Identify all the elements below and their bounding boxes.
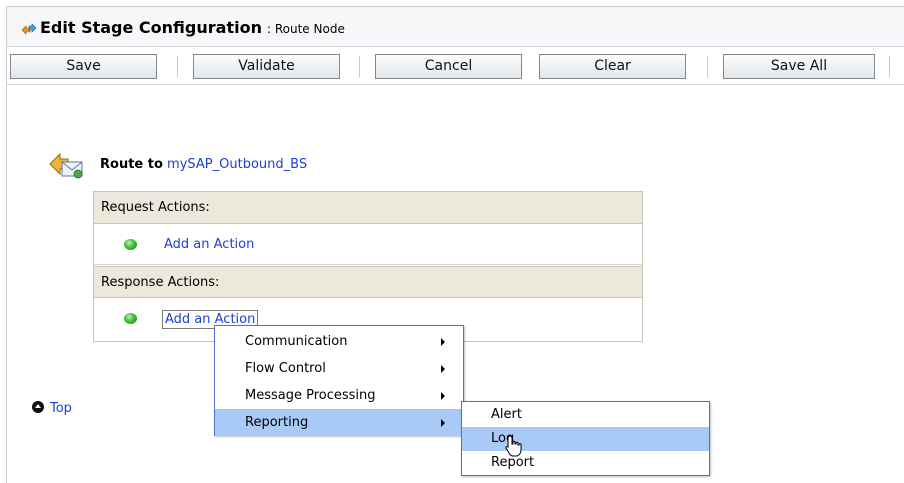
hand-cursor-icon: [505, 435, 522, 457]
green-status-icon: [124, 313, 137, 324]
menu-item-reporting[interactable]: Reporting: [215, 409, 463, 436]
action-context-menu: Communication Flow Control Message Proce…: [214, 325, 464, 436]
save-all-button[interactable]: Save All: [723, 54, 875, 79]
submenu-arrow-icon: [441, 392, 445, 400]
page-subtitle: : Route Node: [267, 22, 345, 36]
page-title: Edit Stage Configuration: [40, 18, 262, 37]
add-request-action-link[interactable]: Add an Action: [162, 236, 256, 253]
toolbar-separator: [177, 56, 178, 77]
submenu-item-log[interactable]: Log: [462, 427, 709, 451]
clear-button[interactable]: Clear: [539, 54, 686, 79]
cancel-button[interactable]: Cancel: [375, 54, 522, 79]
validate-button[interactable]: Validate: [193, 54, 340, 79]
route-target-link[interactable]: mySAP_Outbound_BS: [167, 157, 307, 172]
route-line: Route to mySAP_Outbound_BS: [100, 157, 307, 172]
toolbar-separator: [359, 56, 360, 77]
menu-item-label: Communication: [245, 334, 348, 349]
submenu-arrow-icon: [441, 365, 445, 373]
request-action-row: Add an Action: [94, 225, 642, 265]
menu-item-label: Flow Control: [245, 361, 326, 376]
actions-table: Request Actions: Add an Action Response …: [93, 191, 643, 342]
request-actions-header: Request Actions:: [94, 192, 642, 224]
toolbar: Save Validate Cancel Clear Save All: [7, 48, 904, 85]
response-actions-header: Response Actions:: [94, 266, 642, 298]
menu-item-communication[interactable]: Communication: [215, 328, 463, 355]
toolbar-separator: [707, 56, 708, 77]
top-link[interactable]: Top: [32, 401, 72, 416]
reporting-submenu: Alert Log Report: [461, 401, 710, 476]
menu-item-message-processing[interactable]: Message Processing: [215, 382, 463, 409]
menu-item-flow-control[interactable]: Flow Control: [215, 355, 463, 382]
submenu-arrow-icon: [441, 419, 445, 427]
route-envelope-icon: [49, 152, 83, 179]
menu-item-label: Reporting: [245, 415, 309, 430]
stage-config-icon: [21, 23, 37, 35]
submenu-item-alert[interactable]: Alert: [462, 403, 709, 427]
title-bar: Edit Stage Configuration : Route Node: [7, 7, 904, 47]
submenu-item-report[interactable]: Report: [462, 451, 709, 475]
route-label: Route to: [100, 157, 163, 172]
toolbar-separator: [889, 56, 890, 77]
top-link-label: Top: [50, 401, 72, 416]
menu-item-label: Message Processing: [245, 388, 376, 403]
green-status-icon: [124, 239, 137, 250]
arrow-up-circle-icon: [32, 401, 44, 413]
save-button[interactable]: Save: [10, 54, 157, 79]
submenu-arrow-icon: [441, 338, 445, 346]
